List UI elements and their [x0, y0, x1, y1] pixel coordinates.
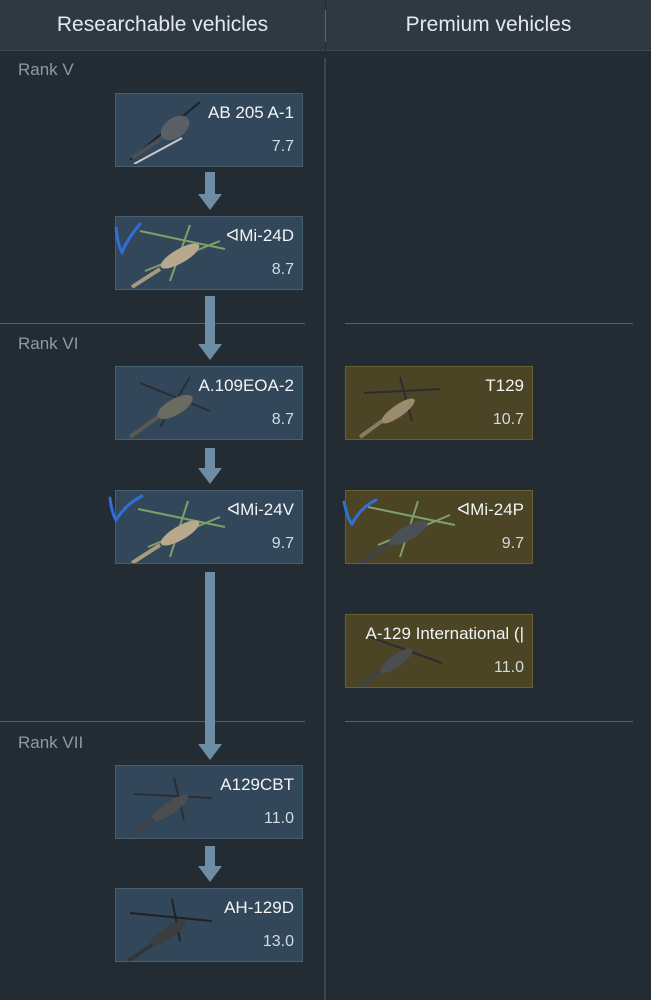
vehicle-name: ᐊMi-24P: [457, 500, 524, 519]
battle-rating: 7.7: [271, 138, 294, 155]
rank-divider-right: [345, 721, 633, 722]
vehicle-card-a129-international[interactable]: A-129 International (| 11.0: [345, 614, 533, 688]
checkmark-icon: [108, 494, 144, 523]
research-arrow-icon: [198, 572, 222, 760]
vehicle-name: AB 205 A-1: [207, 103, 294, 122]
vehicle-card-t129[interactable]: T129 10.7: [345, 366, 533, 440]
rank-divider-left: [0, 323, 305, 324]
vehicle-name: A129CBT: [220, 775, 294, 794]
battle-rating: 9.7: [501, 535, 524, 552]
battle-rating: 8.7: [271, 261, 294, 278]
column-divider: [324, 58, 326, 1000]
rank-vi-label: Rank VI: [18, 334, 79, 353]
vehicle-name: A.109EOA-2: [198, 376, 294, 395]
rank-v-label: Rank V: [18, 60, 74, 79]
helicopter-icon: [128, 777, 213, 838]
battle-rating: 8.7: [271, 411, 294, 428]
vehicle-card-ah129d[interactable]: AH-129D 13.0: [115, 888, 303, 962]
vehicle-name: A-129 International (|: [365, 624, 524, 643]
rank-vii-label: Rank VII: [18, 733, 84, 752]
vehicle-name: T129: [485, 376, 524, 395]
vehicle-name: ᐊMi-24V: [227, 500, 294, 519]
helicopter-icon: [129, 101, 201, 164]
vehicle-card-ab205[interactable]: AB 205 A-1 7.7: [115, 93, 303, 167]
battle-rating: 11.0: [494, 659, 524, 676]
checkmark-icon: [342, 498, 378, 527]
vehicle-card-a129cbt[interactable]: A129CBT 11.0: [115, 765, 303, 839]
tab-premium-vehicles[interactable]: Premium vehicles: [326, 0, 651, 51]
checkmark-icon: [114, 222, 142, 256]
rank-divider-left: [0, 721, 305, 722]
research-arrow-icon: [198, 296, 222, 360]
vehicle-name: AH-129D: [224, 898, 294, 917]
vehicle-name: ᐊMi-24D: [226, 226, 294, 245]
helicopter-icon: [126, 898, 213, 961]
vehicle-card-a109eoa2[interactable]: A.109EOA-2 8.7: [115, 366, 303, 440]
battle-rating: 10.7: [492, 411, 524, 428]
battle-rating: 9.7: [271, 535, 294, 552]
research-arrow-icon: [198, 448, 222, 484]
battle-rating: 13.0: [262, 933, 294, 950]
helicopter-icon: [358, 376, 441, 439]
battle-rating: 11.0: [264, 810, 294, 827]
tab-researchable-vehicles[interactable]: Researchable vehicles: [0, 0, 325, 51]
rank-divider-right: [345, 323, 633, 324]
research-arrow-icon: [198, 846, 222, 882]
research-arrow-icon: [198, 172, 222, 210]
